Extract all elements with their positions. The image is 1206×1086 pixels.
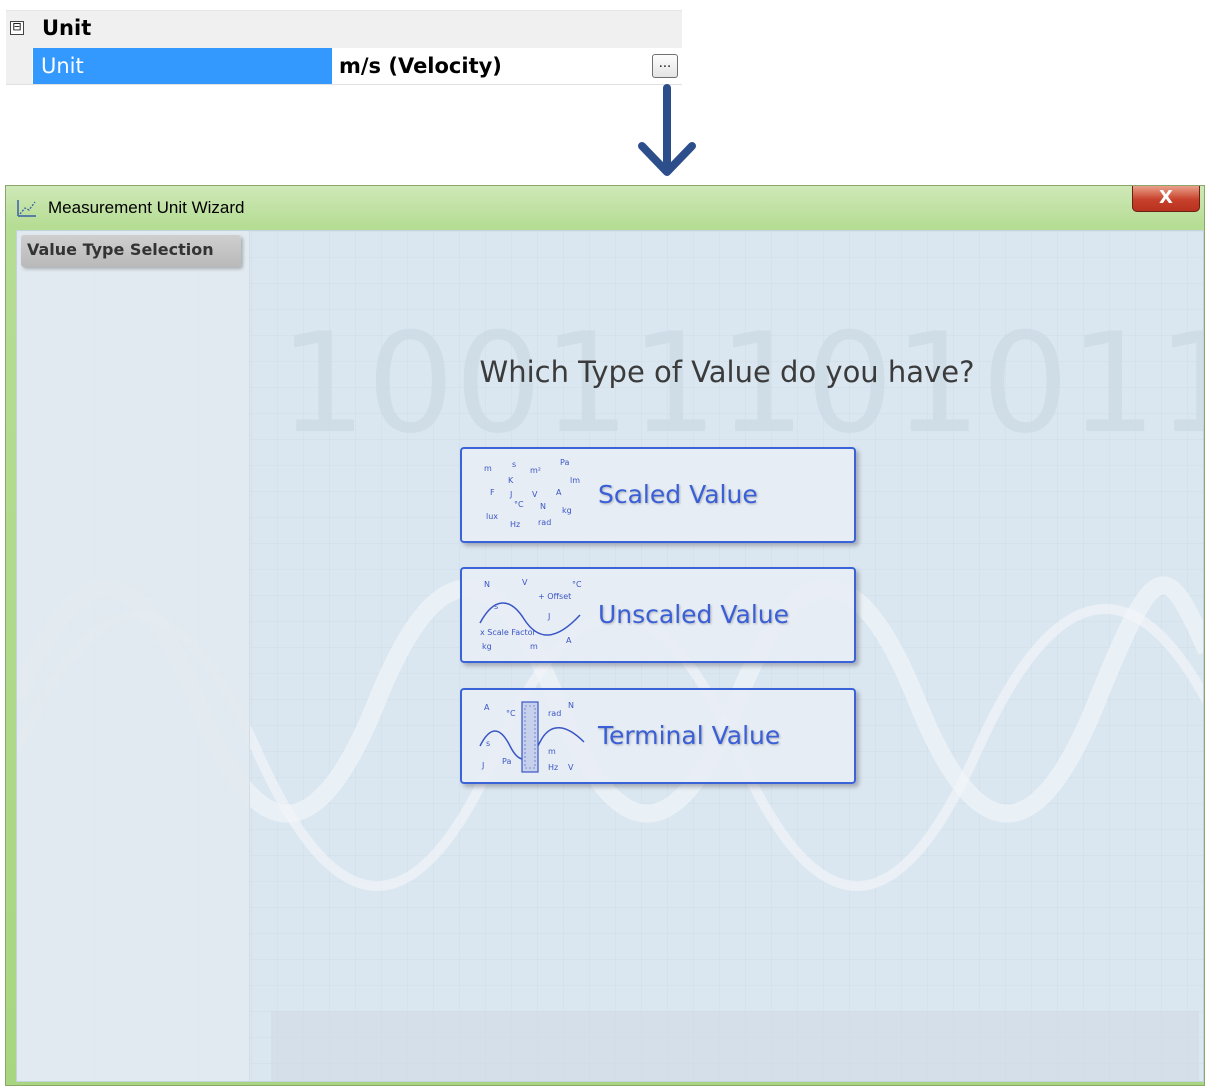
property-name[interactable]: Unit [33,48,332,84]
terminal-value-button[interactable]: A °C rad Ns J Pa m Hz V Terminal Value [460,688,856,784]
question-heading: Which Type of Value do you have? [479,355,975,389]
unit-glyph: m² [530,466,541,475]
scaled-value-button[interactable]: m s m² Pa Klm F J V A °C Nkg lux Hz rad Scaled Value [460,447,856,543]
unit-glyph: J [547,612,550,621]
ellipsis-button[interactable]: ... [652,54,678,78]
unit-glyph: J [509,490,512,499]
unscaled-value-icon: N V °C s + Offset Jx Scale Factor Akg m [479,578,582,651]
title-bar[interactable]: Measurement Unit Wizard X [6,186,1204,228]
unit-glyph: N [540,502,546,511]
unit-glyph: K [508,476,514,485]
unit-glyph: A [566,636,572,645]
unit-glyph: °C [572,580,582,589]
unit-glyph: °C [506,709,516,718]
unit-glyph: V [568,763,574,772]
unit-glyph: lux [486,512,498,521]
unit-glyph: + Offset [538,592,571,601]
step-value-type-selection[interactable]: Value Type Selection [21,235,241,267]
measurement-unit-wizard-window: Measurement Unit Wizard X 1001110101101 … [5,185,1205,1086]
unit-glyph: Pa [560,458,569,467]
window-title: Measurement Unit Wizard [48,198,245,217]
unit-glyph: s [494,602,498,611]
unit-category-row: ⊟ Unit [6,10,682,49]
unit-glyph: x Scale Factor [480,628,537,637]
unit-glyph: Pa [502,757,511,766]
unit-glyph: Hz [510,520,520,529]
unit-glyph: lm [570,476,580,485]
unit-glyph: F [490,488,495,497]
wizard-step-sidebar: Value Type Selection [17,231,250,1081]
choice-label: Terminal Value [598,721,781,750]
property-value[interactable]: m/s (Velocity) [339,48,502,84]
unit-glyph: N [484,580,490,589]
scaled-value-icon: m s m² Pa K lm F J V A °C Nkg lux Hz rad [484,458,580,529]
unit-property-row[interactable]: Unit m/s (Velocity) ... [6,48,682,85]
row-gutter [6,48,32,84]
property-grid: ⊟ Unit Unit m/s (Velocity) ... [6,10,682,86]
unit-glyph: rad [548,709,561,718]
choice-label: Scaled Value [598,480,758,509]
unit-glyph: m [530,642,538,651]
down-arrow-icon [638,84,696,176]
unit-glyph: kg [562,506,572,515]
unit-glyph: J [481,761,484,770]
unit-glyph: rad [538,518,551,527]
unit-glyph: s [486,739,490,748]
unit-glyph: Hz [548,763,558,772]
unit-glyph: V [532,490,538,499]
category-label: Unit [42,16,92,40]
unit-glyph: V [522,578,528,587]
unit-glyph: °C [514,500,524,509]
unit-glyph: N [568,701,574,710]
wizard-client-area: 1001110101101 Value Type Selection Which… [16,230,1204,1082]
choice-label: Unscaled Value [598,600,790,629]
unit-glyph: m [484,464,492,473]
unit-glyph: m [548,747,556,756]
unscaled-value-button[interactable]: N V °C s + Offset Jx Scale Factor Akg m Unscale… [460,567,856,663]
wizard-app-icon [17,200,36,217]
collapse-toggle-icon[interactable]: ⊟ [10,20,24,35]
unit-glyph: A [484,703,490,712]
unit-glyph: s [512,460,516,469]
close-button[interactable]: X [1132,186,1200,212]
unit-glyph: A [556,488,562,497]
unit-glyph: kg [482,642,492,651]
terminal-value-icon: A °C rad Ns J Pa m Hz V [479,701,585,773]
